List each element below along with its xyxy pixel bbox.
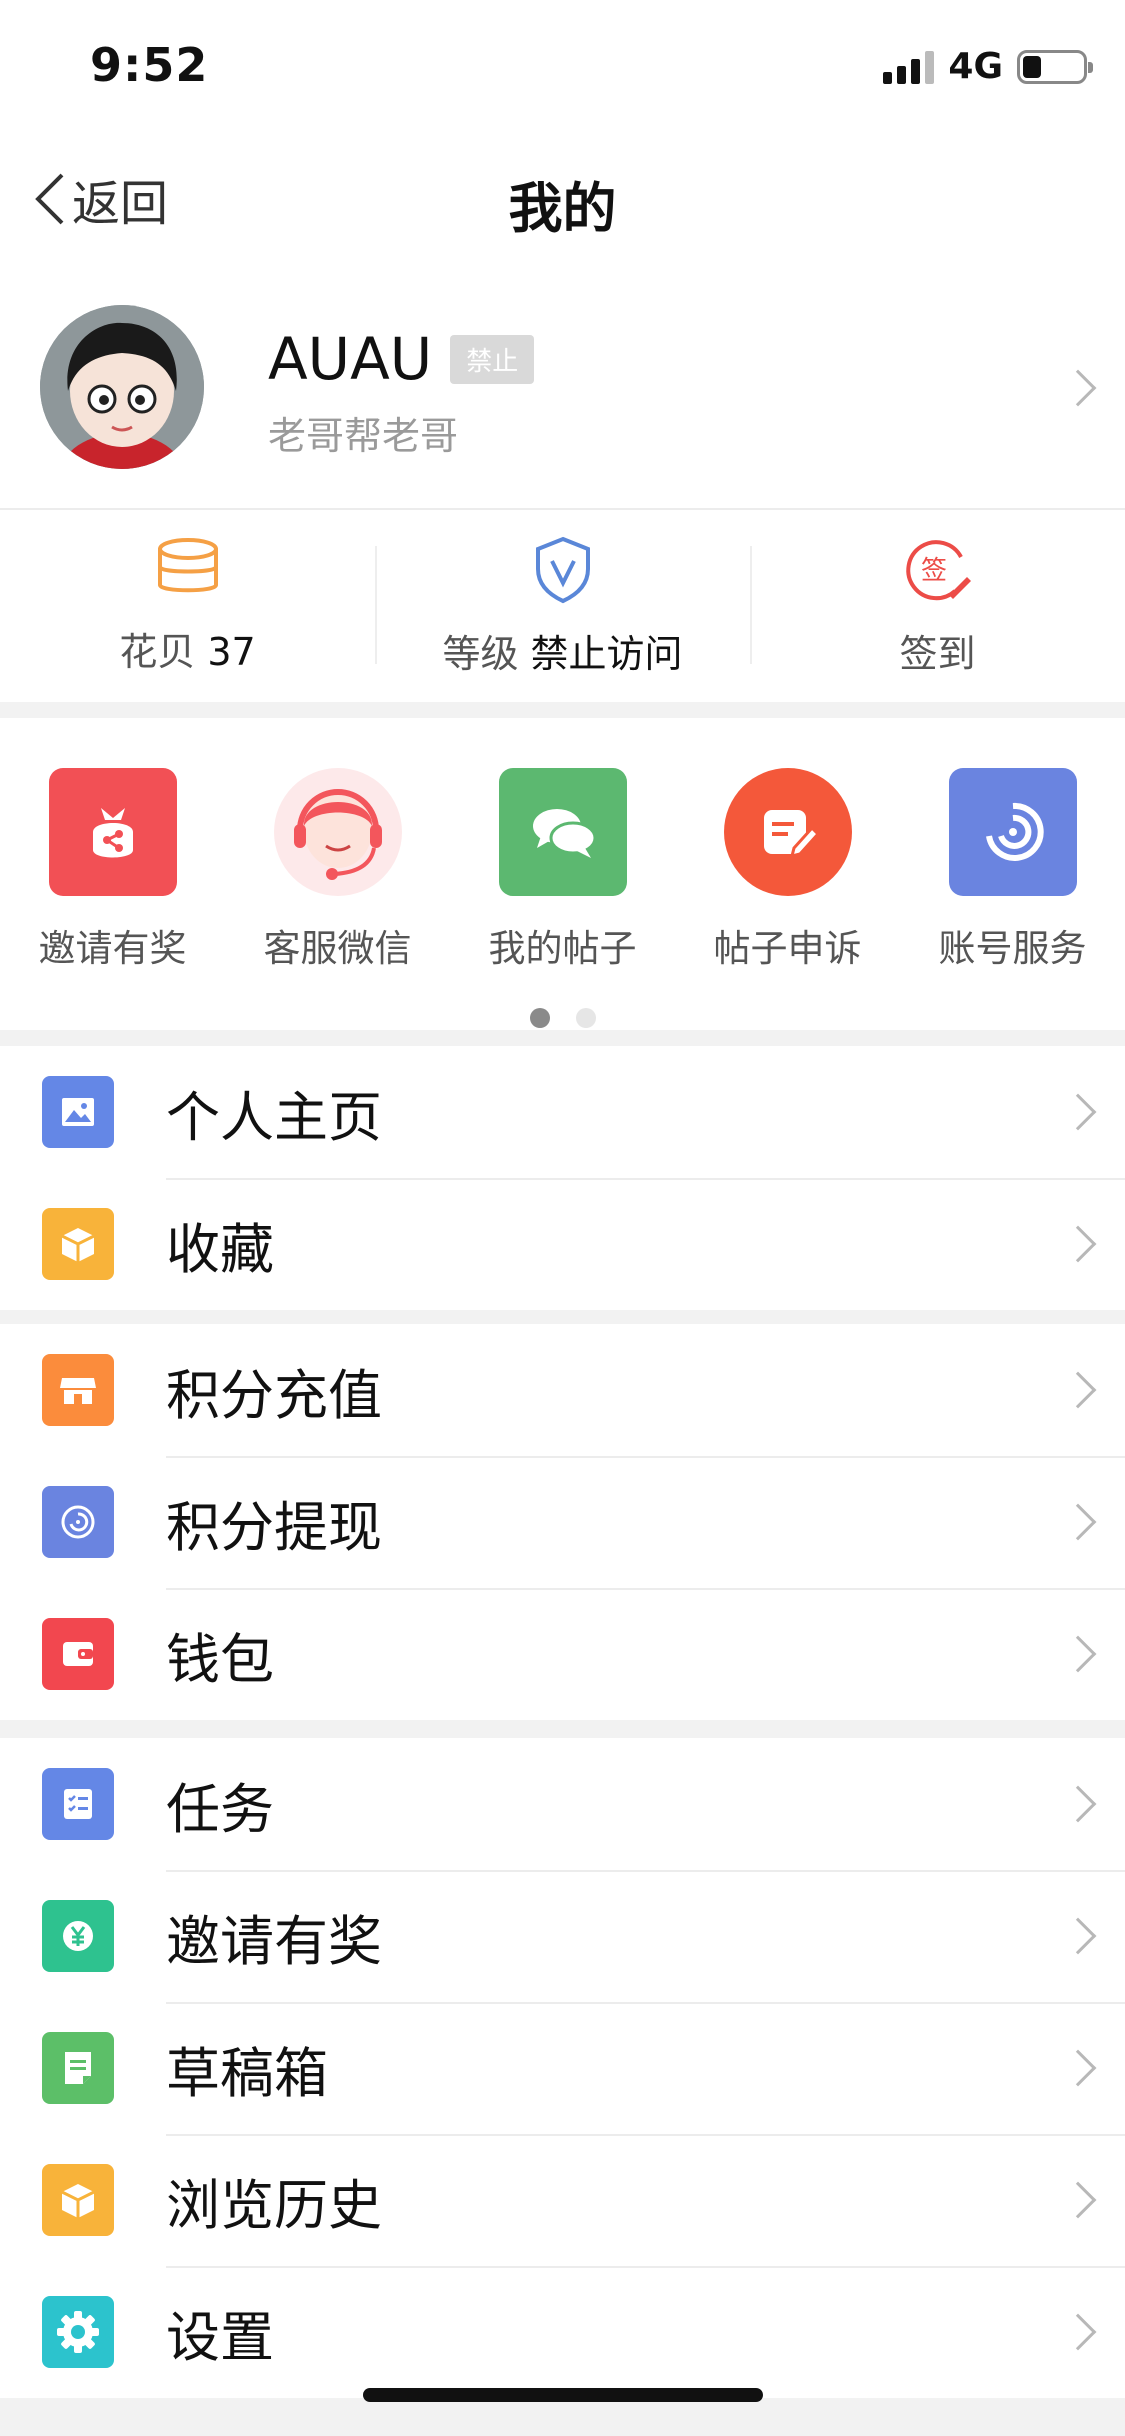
stat-sign-in[interactable]: 签 签到 <box>750 510 1125 702</box>
quick-label: 帖子申诉 <box>713 927 862 970</box>
coin-stack-icon <box>157 537 218 592</box>
menu-item-tasks[interactable]: 任务 <box>0 1738 1125 1870</box>
chevron-right-icon <box>1059 1503 1097 1541</box>
profile-card[interactable]: AUAU 禁止 老哥帮老哥 <box>0 265 1125 510</box>
wallet-icon <box>42 1618 114 1690</box>
svg-text:签: 签 <box>920 556 946 586</box>
quick-label: 客服微信 <box>263 927 412 970</box>
menu-label: 浏览历史 <box>166 2173 382 2237</box>
page-title: 我的 <box>508 177 617 240</box>
profile-subtitle: 老哥帮老哥 <box>268 414 459 458</box>
status-indicators: 4G <box>883 46 1093 87</box>
chevron-right-icon <box>1059 2313 1097 2351</box>
customer-service-icon <box>273 768 402 896</box>
stat-huabei[interactable]: 花贝 37 <box>0 510 375 702</box>
quick-my-posts[interactable]: 我的帖子 <box>450 768 675 972</box>
quick-appeal[interactable]: 帖子申诉 <box>675 768 900 972</box>
menu-label: 任务 <box>166 1777 274 1841</box>
menu-label: 个人主页 <box>166 1085 382 1149</box>
menu-label: 收藏 <box>166 1217 274 1281</box>
avatar-illustration <box>40 305 204 469</box>
home-indicator[interactable] <box>363 2388 763 2402</box>
stat-value: 37 <box>207 629 256 674</box>
network-type: 4G <box>948 46 1003 87</box>
menu-item-drafts[interactable]: 草稿箱 <box>0 2002 1125 2134</box>
chevron-right-icon <box>1059 2049 1097 2087</box>
page-dot[interactable] <box>575 1008 596 1028</box>
store-icon <box>42 1354 114 1426</box>
nav-bar: 返回 我的 <box>0 130 1125 265</box>
swirl-icon <box>948 768 1077 896</box>
quick-customer-service[interactable]: 客服微信 <box>225 768 450 972</box>
shield-v-icon <box>535 536 590 603</box>
menu-label: 邀请有奖 <box>166 1909 382 1973</box>
status-badge: 禁止 <box>450 334 535 384</box>
draft-icon <box>42 2032 114 2104</box>
menu-item-profile-page[interactable]: 个人主页 <box>0 1046 1125 1178</box>
gear-icon <box>42 2296 114 2368</box>
stat-label: 签到 <box>899 631 976 676</box>
menu-label: 积分提现 <box>166 1495 382 1559</box>
gift-bag-icon <box>48 768 177 896</box>
page-indicator[interactable] <box>0 1008 1125 1028</box>
edit-note-icon <box>723 768 852 896</box>
stat-value: 禁止访问 <box>530 631 683 676</box>
stat-level[interactable]: 等级 禁止访问 <box>375 510 750 702</box>
chevron-right-icon <box>1059 1635 1097 1673</box>
menu-label: 钱包 <box>166 1627 274 1691</box>
stat-label: 花贝 <box>119 629 196 674</box>
signal-icon <box>883 50 935 84</box>
menu-item-settings[interactable]: 设置 <box>0 2266 1125 2398</box>
chevron-right-icon <box>1059 1917 1097 1955</box>
box-icon <box>42 1208 114 1280</box>
quick-label: 我的帖子 <box>488 927 637 970</box>
sign-in-icon: 签 <box>905 539 971 600</box>
menu-item-invite-rewards[interactable]: 邀请有奖 <box>0 1870 1125 2002</box>
menu-item-favorites[interactable]: 收藏 <box>0 1178 1125 1310</box>
yen-coin-icon <box>42 1900 114 1972</box>
quick-label: 邀请有奖 <box>38 927 187 970</box>
menu-label: 积分充值 <box>166 1363 382 1427</box>
page-dot-active[interactable] <box>529 1008 550 1028</box>
chat-bubbles-icon <box>498 768 627 896</box>
box-icon <box>42 2164 114 2236</box>
quick-invite[interactable]: 邀请有奖 <box>0 768 225 972</box>
menu-item-history[interactable]: 浏览历史 <box>0 2134 1125 2266</box>
menu-item-wallet[interactable]: 钱包 <box>0 1588 1125 1720</box>
task-list-icon <box>42 1768 114 1840</box>
swirl-icon <box>42 1486 114 1558</box>
menu-label: 草稿箱 <box>166 2041 328 2105</box>
avatar[interactable] <box>40 305 204 469</box>
chevron-right-icon <box>1059 1225 1097 1263</box>
image-icon <box>42 1076 114 1148</box>
quick-actions: 邀请有奖 客服微信 我的帖子 帖子申诉 账号服务 <box>0 718 1125 1030</box>
chevron-right-icon <box>1059 1371 1097 1409</box>
profile-name-line: AUAU 禁止 <box>268 325 535 393</box>
menu-item-points-withdraw[interactable]: 积分提现 <box>0 1456 1125 1588</box>
menu-item-points-recharge[interactable]: 积分充值 <box>0 1324 1125 1456</box>
chevron-right-icon <box>1059 1093 1097 1131</box>
menu-group-2: 积分充值 积分提现 钱包 <box>0 1324 1125 1720</box>
chevron-right-icon <box>1059 2181 1097 2219</box>
stats-bar: 花贝 37 等级 禁止访问 签 签到 <box>0 510 1125 702</box>
chevron-right-icon <box>1059 369 1097 407</box>
quick-account-service[interactable]: 账号服务 <box>900 768 1125 972</box>
chevron-right-icon <box>1059 1785 1097 1823</box>
quick-label: 账号服务 <box>938 927 1087 970</box>
menu-label: 设置 <box>166 2305 274 2369</box>
username: AUAU <box>268 325 433 393</box>
stat-label: 等级 <box>442 631 519 676</box>
status-time: 9:52 <box>90 38 209 92</box>
status-bar: 9:52 4G <box>0 0 1125 130</box>
menu-group-1: 个人主页 收藏 <box>0 1046 1125 1310</box>
battery-icon <box>1017 49 1093 84</box>
menu-group-3: 任务 邀请有奖 草稿箱 浏览历史 设置 <box>0 1738 1125 2398</box>
